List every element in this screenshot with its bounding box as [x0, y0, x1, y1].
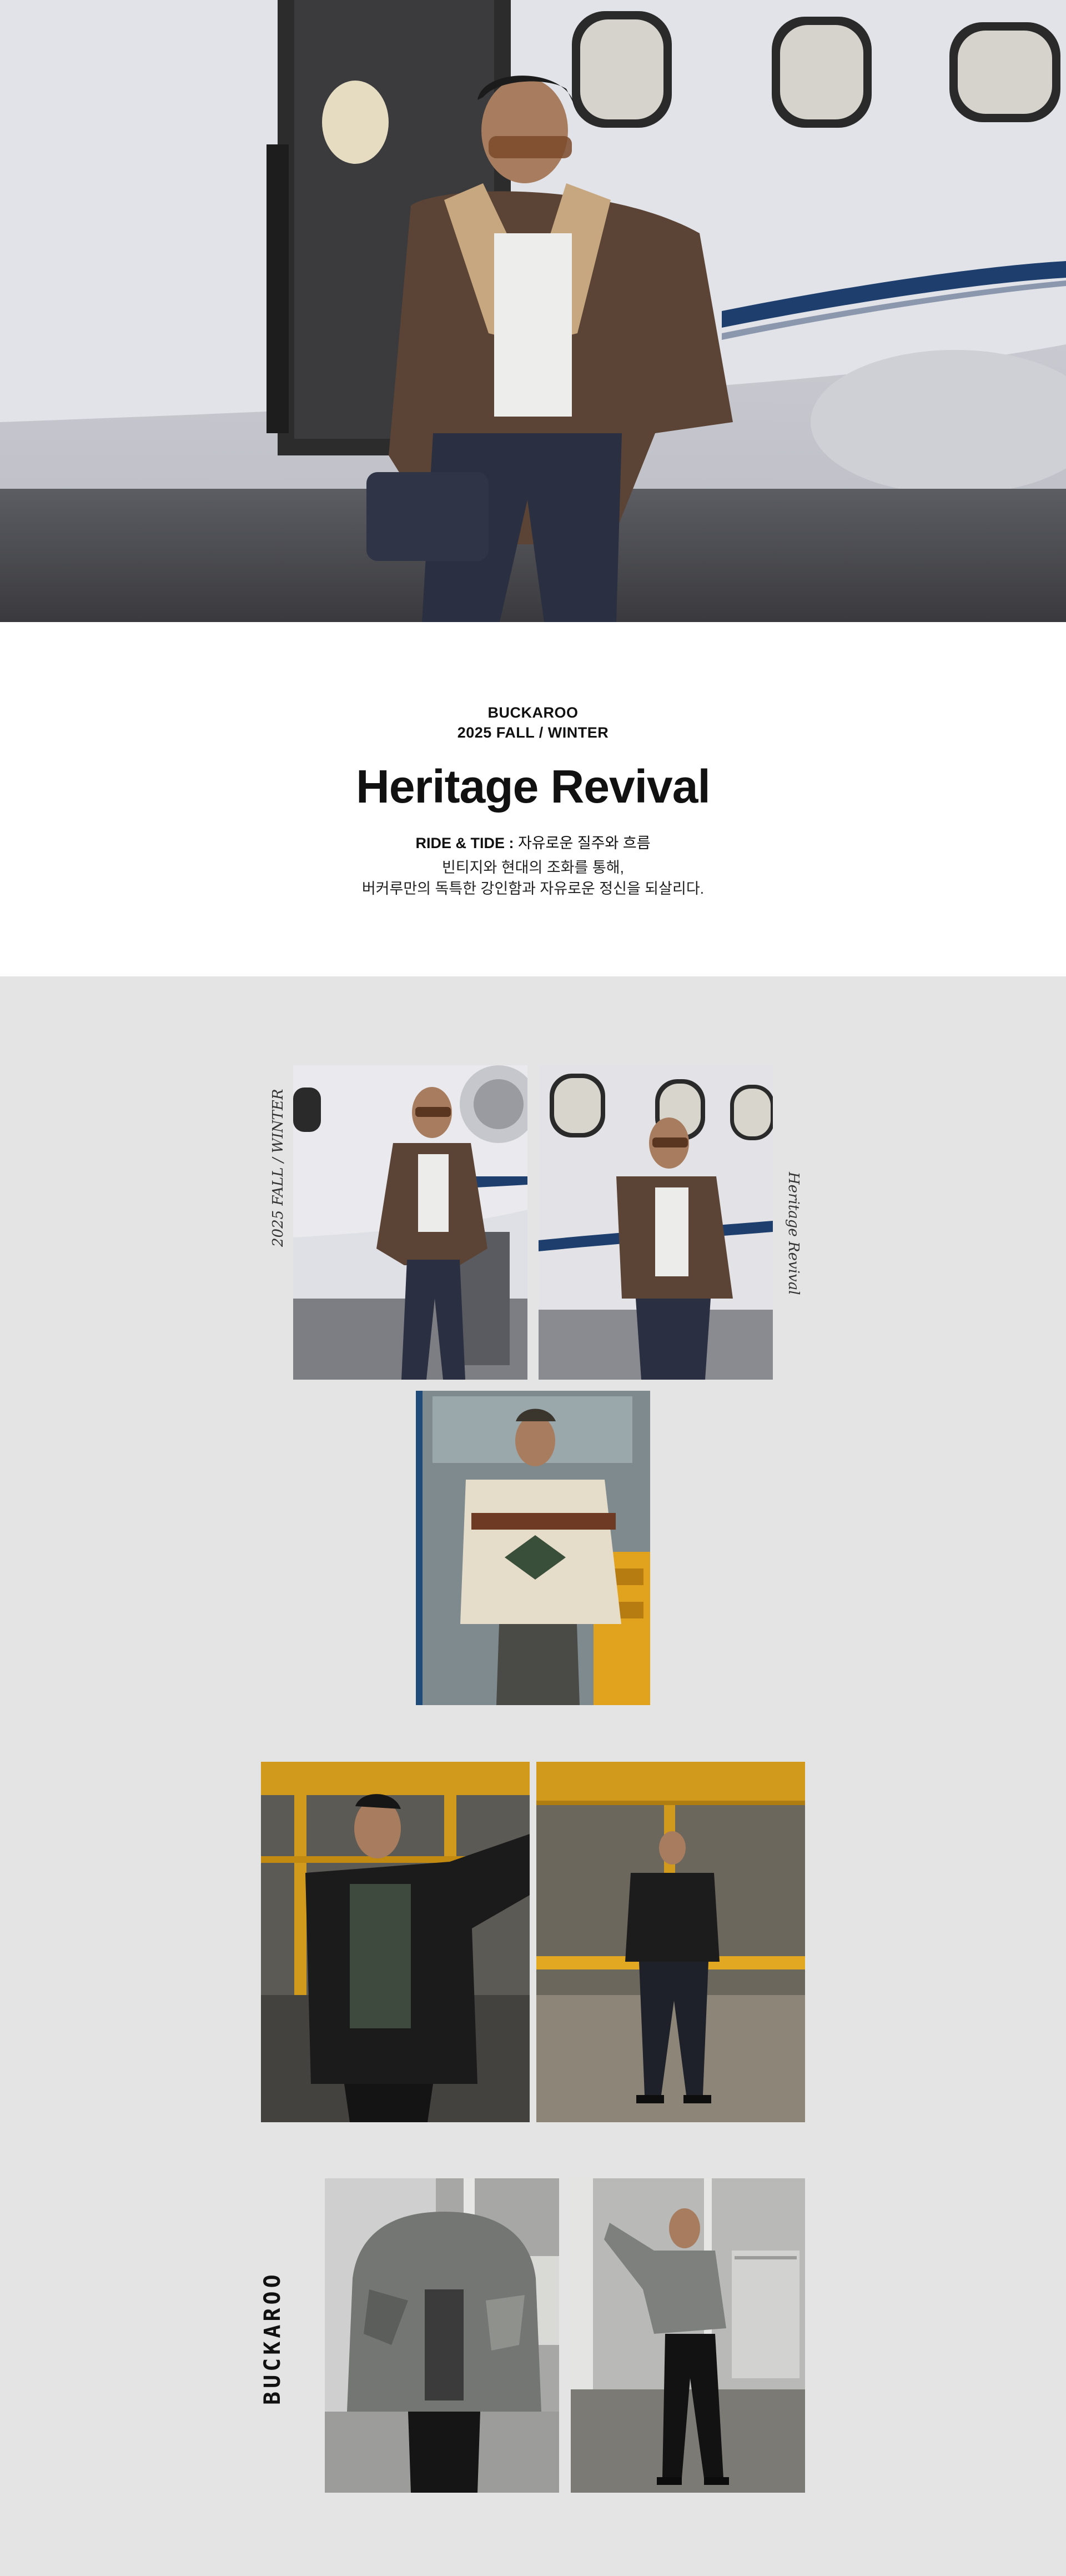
lookbook-photo-1 — [293, 1065, 527, 1380]
tagline-bold: RIDE & TIDE : — [415, 835, 514, 851]
side-brand-wordmark: BUCKAROO — [260, 2271, 285, 2405]
side-text-title: Heritage Revival — [785, 1172, 802, 1295]
collection-description-line-2: 버커루만의 독특한 강인함과 자유로운 정신을 되살리다. — [361, 880, 705, 897]
tagline-text: 자유로운 질주와 흐름 — [514, 835, 651, 851]
collection-description-line-1: 빈티지와 현대의 조화를 통해, — [441, 859, 625, 876]
side-text-season: 2025 FALL / WINTER — [270, 1089, 286, 1247]
lookbook-photo-5 — [536, 1762, 805, 2122]
lookbook-photo-4 — [261, 1762, 530, 2122]
lookbook-photo-7 — [571, 2178, 805, 2493]
intro-section: BUCKAROO 2025 FALL / WINTER Heritage Rev… — [0, 622, 1066, 976]
collection-tagline: RIDE & TIDE : 자유로운 질주와 흐름 — [0, 831, 1066, 853]
collection-title: Heritage Revival — [356, 760, 711, 813]
lookbook-photo-2 — [539, 1065, 773, 1380]
season-label: 2025 FALL / WINTER — [457, 724, 609, 741]
hero-image — [0, 0, 1066, 622]
brand-name: BUCKAROO — [487, 704, 579, 721]
lookbook-photo-6 — [325, 2178, 559, 2493]
lookbook-photo-3 — [416, 1391, 650, 1705]
